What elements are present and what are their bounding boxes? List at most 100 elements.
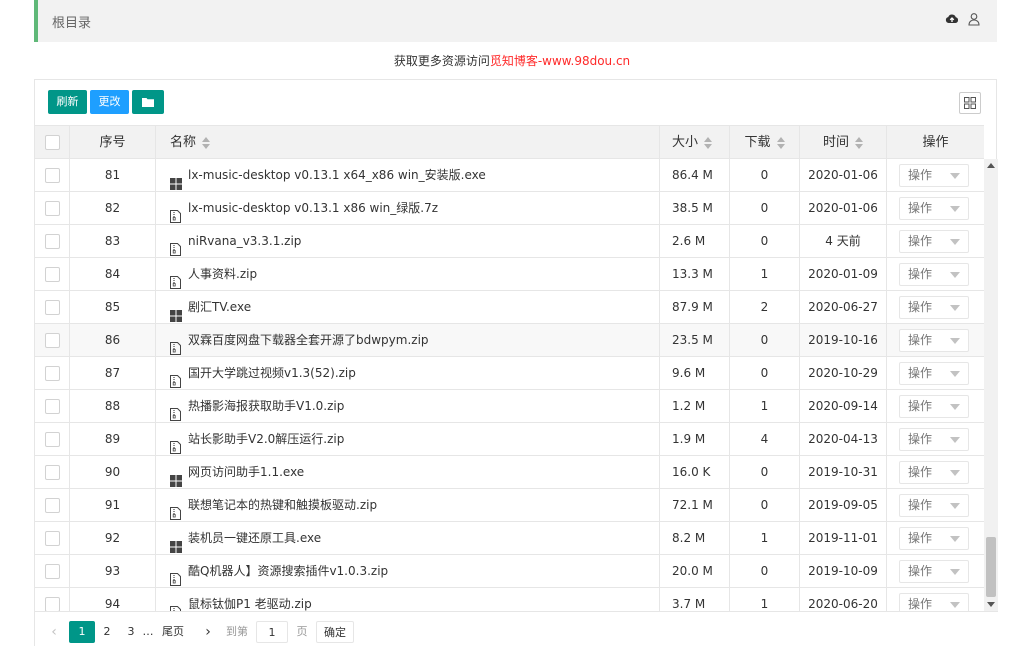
header-name[interactable]: 名称 [156, 126, 660, 159]
table-row[interactable]: 82 lx-music-desktop v0.13.1 x86 win_绿版.7z… [35, 192, 984, 225]
sort-icon[interactable] [855, 136, 863, 149]
row-name-cell[interactable]: 酷Q机器人】资源搜索插件v1.0.3.zip [156, 555, 660, 588]
row-name-cell[interactable]: 站长影助手V2.0解压运行.zip [156, 423, 660, 456]
action-dropdown[interactable]: 操作 [899, 428, 969, 451]
row-checkbox[interactable] [45, 168, 60, 183]
file-name[interactable]: 网页访问助手1.1.exe [188, 465, 304, 479]
row-name-cell[interactable]: 双霖百度网盘下载器全套开源了bdwpym.zip [156, 324, 660, 357]
change-button[interactable]: 更改 [90, 90, 129, 114]
row-checkbox[interactable] [45, 465, 60, 480]
sort-icon[interactable] [704, 136, 713, 149]
table-row[interactable]: 91 联想笔记本的热键和触摸板驱动.zip 72.1 M 0 2019-09-05 操作 [35, 489, 984, 522]
row-checkbox[interactable] [45, 333, 60, 348]
action-dropdown[interactable]: 操作 [899, 197, 969, 220]
scroll-down-icon[interactable] [987, 602, 995, 607]
table-row[interactable]: 94 鼠标钛伽P1 老驱动.zip 3.7 M 1 2020-06-20 操作 [35, 588, 984, 611]
row-checkbox[interactable] [45, 201, 60, 216]
file-name[interactable]: 酷Q机器人】资源搜索插件v1.0.3.zip [188, 564, 388, 578]
table-row[interactable]: 88 热播影海报获取助手V1.0.zip 1.2 M 1 2020-09-14 操作 [35, 390, 984, 423]
action-dropdown[interactable]: 操作 [899, 494, 969, 517]
row-name-cell[interactable]: 鼠标钛伽P1 老驱动.zip [156, 588, 660, 611]
last-page-button[interactable]: 尾页 [159, 621, 187, 643]
notice-link[interactable]: 觅知博客-www.98dou.cn [490, 54, 630, 68]
file-name[interactable]: 人事资料.zip [188, 267, 257, 281]
table-row[interactable]: 93 酷Q机器人】资源搜索插件v1.0.3.zip 20.0 M 0 2019-10-0… [35, 555, 984, 588]
action-dropdown[interactable]: 操作 [899, 395, 969, 418]
action-dropdown[interactable]: 操作 [899, 527, 969, 550]
table-row[interactable]: 87 国开大学跳过视频v1.3(52).zip 9.6 M 0 2020-10-29 操作 [35, 357, 984, 390]
folder-button[interactable] [132, 90, 164, 114]
sort-icon[interactable] [202, 136, 211, 149]
row-checkbox[interactable] [45, 300, 60, 315]
file-name[interactable]: lx-music-desktop v0.13.1 x64_x86 win_安装版… [188, 168, 486, 182]
table-row[interactable]: 90 网页访问助手1.1.exe 16.0 K 0 2019-10-31 操作 [35, 456, 984, 489]
select-all-checkbox[interactable] [45, 135, 60, 150]
page-2-button[interactable]: 2 [97, 621, 117, 643]
prev-page-icon[interactable]: ‹ [47, 621, 61, 643]
action-dropdown[interactable]: 操作 [899, 164, 969, 187]
row-name-cell[interactable]: 网页访问助手1.1.exe [156, 456, 660, 489]
action-dropdown[interactable]: 操作 [899, 329, 969, 352]
table-row[interactable]: 84 人事资料.zip 13.3 M 1 2020-01-09 操作 [35, 258, 984, 291]
file-name[interactable]: 热播影海报获取助手V1.0.zip [188, 399, 344, 413]
row-checkbox[interactable] [45, 267, 60, 282]
row-name-cell[interactable]: 热播影海报获取助手V1.0.zip [156, 390, 660, 423]
file-name[interactable]: 鼠标钛伽P1 老驱动.zip [188, 597, 312, 611]
goto-confirm-button[interactable]: 确定 [316, 621, 354, 643]
row-checkbox[interactable] [45, 432, 60, 447]
next-page-icon[interactable]: › [201, 621, 215, 643]
table-row[interactable]: 83 niRvana_v3.3.1.zip 2.6 M04 天前 操作 [35, 225, 984, 258]
scroll-up-icon[interactable] [987, 163, 995, 168]
row-name-cell[interactable]: 联想笔记本的热键和触摸板驱动.zip [156, 489, 660, 522]
action-dropdown[interactable]: 操作 [899, 263, 969, 286]
row-name-cell[interactable]: 装机员一键还原工具.exe [156, 522, 660, 555]
file-name[interactable]: 双霖百度网盘下载器全套开源了bdwpym.zip [188, 333, 429, 347]
refresh-button[interactable]: 刷新 [48, 90, 87, 114]
file-name[interactable]: 站长影助手V2.0解压运行.zip [188, 432, 344, 446]
row-checkbox[interactable] [45, 597, 60, 611]
table-row[interactable]: 81 lx-music-desktop v0.13.1 x64_x86 win_安… [35, 159, 984, 192]
table-scrollbar[interactable] [984, 159, 998, 611]
file-name[interactable]: 国开大学跳过视频v1.3(52).zip [188, 366, 356, 380]
row-checkbox[interactable] [45, 234, 60, 249]
file-name[interactable]: 剧汇TV.exe [188, 300, 251, 314]
header-size[interactable]: 大小 [660, 126, 730, 159]
row-checkbox[interactable] [45, 498, 60, 513]
row-name-cell[interactable]: 剧汇TV.exe [156, 291, 660, 324]
cloud-upload-icon[interactable] [945, 12, 959, 26]
table-row[interactable]: 89 站长影助手V2.0解压运行.zip 1.9 M 4 2020-04-13 操作 [35, 423, 984, 456]
row-checkbox[interactable] [45, 564, 60, 579]
scroll-thumb[interactable] [986, 537, 996, 597]
file-name[interactable]: 联想笔记本的热键和触摸板驱动.zip [188, 498, 377, 512]
file-name[interactable]: lx-music-desktop v0.13.1 x86 win_绿版.7z [188, 201, 438, 215]
row-name-cell[interactable]: 人事资料.zip [156, 258, 660, 291]
row-size: 13.3 M [660, 258, 730, 291]
row-name-cell[interactable]: lx-music-desktop v0.13.1 x64_x86 win_安装版… [156, 159, 660, 192]
page-3-button[interactable]: 3 [121, 621, 141, 643]
header-downloads[interactable]: 下载 [730, 126, 800, 159]
table-row[interactable]: 86 双霖百度网盘下载器全套开源了bdwpym.zip 23.5 M 0 2019-10… [35, 324, 984, 357]
page-1-button[interactable]: 1 [69, 621, 95, 643]
file-name[interactable]: 装机员一键还原工具.exe [188, 531, 321, 545]
row-name-cell[interactable]: 国开大学跳过视频v1.3(52).zip [156, 357, 660, 390]
user-icon[interactable] [967, 12, 981, 26]
breadcrumb-root[interactable]: 根目录 [52, 12, 91, 31]
header-time[interactable]: 时间 [800, 126, 887, 159]
action-dropdown[interactable]: 操作 [899, 230, 969, 253]
goto-page-input[interactable]: 1 [256, 621, 288, 643]
action-dropdown[interactable]: 操作 [899, 296, 969, 319]
action-dropdown[interactable]: 操作 [899, 362, 969, 385]
grid-view-toggle[interactable] [959, 92, 981, 114]
action-dropdown[interactable]: 操作 [899, 461, 969, 484]
row-name-cell[interactable]: niRvana_v3.3.1.zip [156, 225, 660, 258]
table-row[interactable]: 92 装机员一键还原工具.exe 8.2 M 1 2019-11-01 操作 [35, 522, 984, 555]
row-checkbox[interactable] [45, 399, 60, 414]
row-checkbox[interactable] [45, 366, 60, 381]
row-checkbox[interactable] [45, 531, 60, 546]
table-row[interactable]: 85 剧汇TV.exe 87.9 M 2 2020-06-27 操作 [35, 291, 984, 324]
action-dropdown[interactable]: 操作 [899, 560, 969, 583]
action-dropdown[interactable]: 操作 [899, 593, 969, 611]
file-name[interactable]: niRvana_v3.3.1.zip [188, 234, 301, 248]
row-name-cell[interactable]: lx-music-desktop v0.13.1 x86 win_绿版.7z [156, 192, 660, 225]
sort-icon[interactable] [776, 136, 785, 149]
